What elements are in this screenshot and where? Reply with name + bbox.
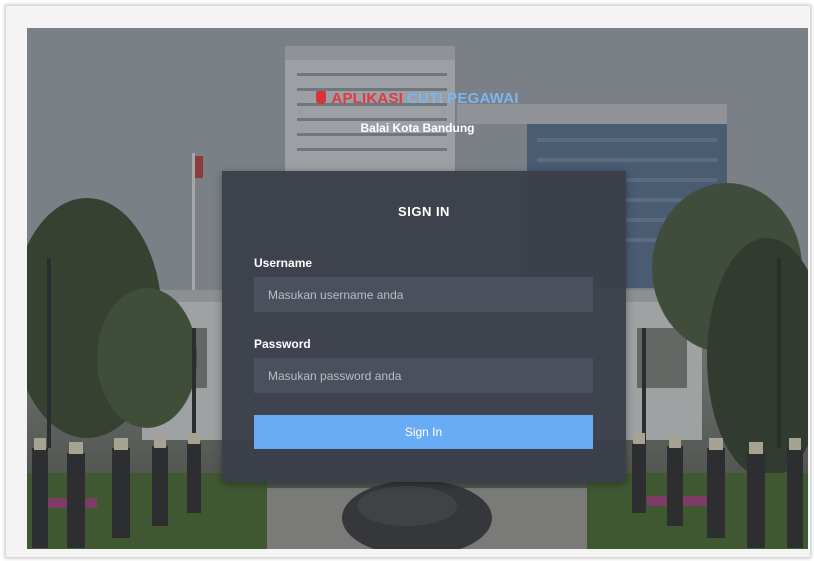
sign-in-heading: SIGN IN [398,204,450,219]
app-title-part2: CUTI PEGAWAI [407,90,519,107]
username-label: Username [254,256,313,270]
app-title-part1: APLIKASI [331,90,404,107]
app-title: APLIKASI CUTI PEGAWAI [27,90,808,107]
screenshot-frame: APLIKASI CUTI PEGAWAI Balai Kota Bandung … [5,5,811,558]
sign-in-card: SIGN IN Username Password Sign In [222,171,626,482]
app-logo-icon [316,91,327,104]
password-label: Password [254,337,311,351]
password-input[interactable] [254,358,593,393]
background-photo: APLIKASI CUTI PEGAWAI Balai Kota Bandung … [27,28,808,549]
username-input[interactable] [254,277,593,312]
sign-in-button[interactable]: Sign In [254,415,593,449]
app-subtitle: Balai Kota Bandung [360,121,475,135]
